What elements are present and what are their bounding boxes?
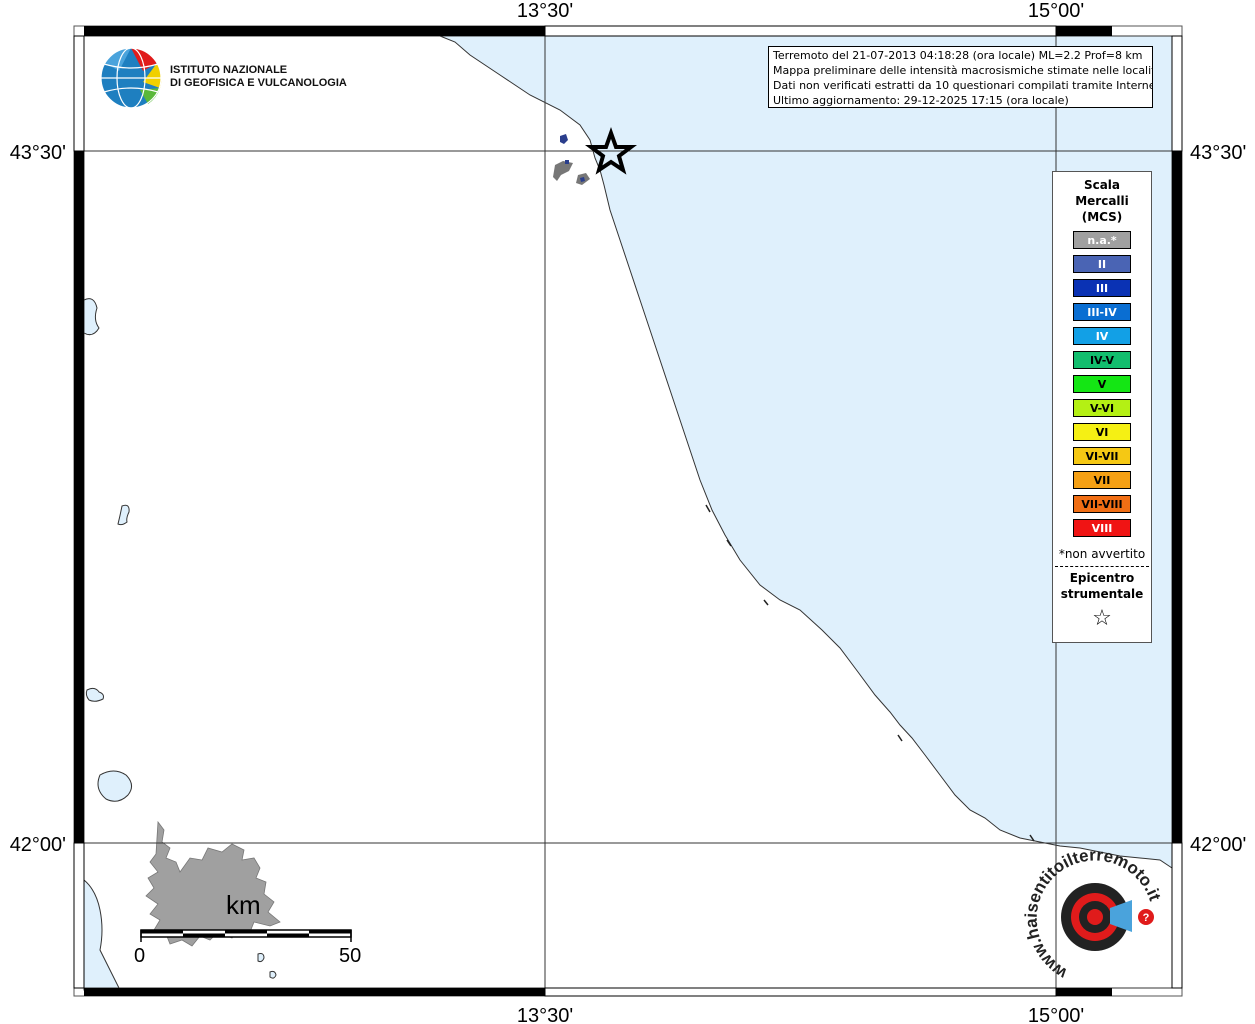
- legend-items: n.a.* II III III-IV IV IV-V V V-VI VI VI-VII VII VI…: [1053, 231, 1151, 537]
- legend-item-iv: IV: [1073, 327, 1131, 345]
- ingv-name-line1: ISTITUTO NAZIONALE: [170, 64, 288, 76]
- event-info-box: Terremoto del 21-07-2013 04:18:28 (ora l…: [768, 46, 1153, 108]
- lat-label-left-2: 42°00': [10, 834, 66, 856]
- ingv-name: ISTITUTO NAZIONALE DI GEOFISICA E VULCAN…: [170, 64, 347, 90]
- ingv-globe-icon: [100, 47, 162, 109]
- lon-label-bottom-2: 15°00': [1028, 1005, 1084, 1024]
- event-info-line1: Terremoto del 21-07-2013 04:18:28 (ora l…: [773, 49, 1143, 62]
- legend-item-vii: VII: [1073, 471, 1131, 489]
- lake-2: [117, 504, 130, 526]
- scale-max-label: 50: [339, 945, 362, 967]
- legend-item-iii: III: [1073, 279, 1131, 297]
- legend-title: Scala Mercalli (MCS): [1053, 177, 1151, 225]
- felt-area-4: [565, 160, 569, 164]
- mcs-legend: Scala Mercalli (MCS) n.a.* II III III-IV IV I…: [1052, 171, 1152, 643]
- event-info-line2: Mappa preliminare delle intensità macros…: [773, 64, 1153, 77]
- felt-area-2: [553, 161, 573, 181]
- scale-min-label: 0: [134, 945, 146, 967]
- lake-3: [85, 687, 104, 702]
- legend-item-n-a-: n.a.*: [1073, 231, 1131, 249]
- legend-item-iv-v: IV-V: [1073, 351, 1131, 369]
- scale-unit-label: km: [226, 890, 261, 920]
- legend-title-line2: Mercalli: [1075, 194, 1129, 208]
- svg-text:?: ?: [1143, 912, 1150, 924]
- legend-epicenter-label: Epicentro strumentale: [1053, 570, 1151, 602]
- legend-title-line1: Scala: [1083, 178, 1121, 192]
- lake-6: [269, 970, 277, 979]
- lat-label-left-1: 43°30': [10, 142, 66, 164]
- legend-item-v-vi: V-VI: [1073, 399, 1131, 417]
- legend-item-v: V: [1073, 375, 1131, 393]
- legend-title-line3: (MCS): [1081, 210, 1123, 224]
- legend-item-viii: VIII: [1073, 519, 1131, 537]
- legend-item-iii-iv: III-IV: [1073, 303, 1131, 321]
- legend-item-vi: VI: [1073, 423, 1131, 441]
- legend-item-vi-vii: VI-VII: [1073, 447, 1131, 465]
- lon-label-top-2: 15°00': [1028, 0, 1084, 22]
- urban-area: [145, 820, 281, 947]
- lake-1: [83, 298, 100, 336]
- lat-label-right-1: 43°30': [1190, 142, 1246, 164]
- legend-note: *non avvertito: [1058, 547, 1146, 561]
- event-info-line3: Dati non verificati estratti da 10 quest…: [773, 79, 1153, 92]
- legend-item-ii: II: [1073, 255, 1131, 273]
- legend-epicenter-line1: Epicentro: [1069, 571, 1135, 585]
- lat-label-right-2: 42°00': [1190, 834, 1246, 856]
- legend-star-icon: ☆: [1092, 606, 1112, 631]
- legend-separator: [1055, 566, 1149, 567]
- legend-epicenter-line2: strumentale: [1060, 587, 1144, 601]
- event-info-line4: Ultimo aggiornamento: 29-12-2025 17:15 (…: [773, 94, 1069, 107]
- brand-logo-icon[interactable]: ? www.haisentitoilterremoto.it: [1022, 845, 1165, 983]
- lon-label-bottom-1: 13°30': [517, 1005, 573, 1024]
- ingv-name-line2: DI GEOFISICA E VULCANOLOGIA: [170, 77, 347, 89]
- lake-5: [257, 953, 265, 963]
- legend-item-vii-viii: VII-VIII: [1073, 495, 1131, 513]
- lon-label-top-1: 13°30': [517, 0, 573, 22]
- sea-west: [83, 878, 121, 991]
- felt-area-1: [560, 134, 568, 144]
- lake-4: [97, 770, 132, 802]
